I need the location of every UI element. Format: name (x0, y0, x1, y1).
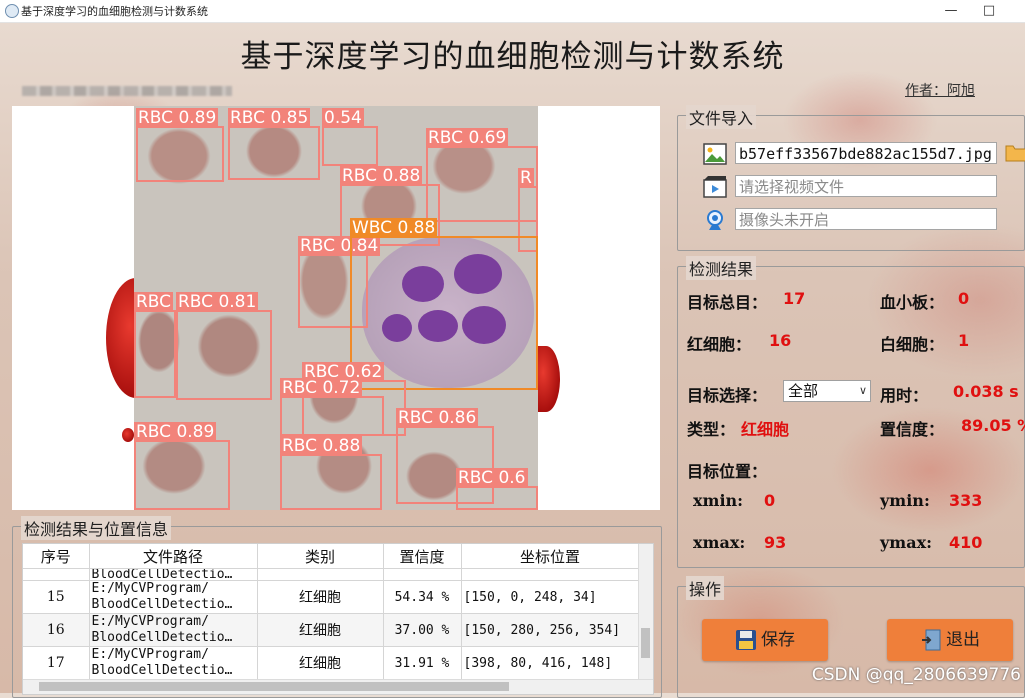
detection-box: 0.54 (322, 108, 378, 166)
xmax-value: 93 (764, 533, 787, 552)
col-header-class[interactable]: 类别 (257, 544, 384, 569)
xmin-label: xmin: (693, 491, 744, 510)
file-import-title: 文件导入 (686, 105, 757, 129)
save-icon (736, 630, 756, 650)
detection-box: RBC 0.81 (176, 292, 272, 400)
wbc-value: 1 (958, 331, 970, 350)
wbc-label: 白细胞： (880, 335, 945, 354)
ymax-label: ymax: (880, 533, 933, 552)
exit-icon (922, 629, 941, 651)
table-row-partial[interactable]: BloodCellDetectio… (23, 568, 640, 581)
detection-box: RBC 0.89 (134, 422, 230, 510)
maximize-button[interactable]: □ (974, 1, 1004, 21)
detection-box: RBC 0.6 (456, 468, 538, 510)
total-label: 目标总目： (687, 293, 768, 312)
save-label: 保存 (761, 630, 795, 650)
col-header-coords[interactable]: 坐标位置 (461, 544, 640, 569)
microscope-image: RBC 0.89 RBC 0.85 0.54 RBC 0.69 RBC 0.88… (134, 106, 538, 510)
exit-button[interactable]: 退出 (887, 619, 1013, 661)
platelet-value: 0 (958, 289, 970, 308)
operations-title: 操作 (686, 576, 725, 600)
camera-status-field[interactable]: 摄像头未开启 (735, 208, 997, 230)
video-path-field[interactable]: 请选择视频文件 (735, 175, 997, 197)
position-label: 目标位置： (687, 462, 768, 481)
window-titlebar: 基于深度学习的血细胞检测与计数系统 — □ (0, 0, 1025, 23)
type-value: 红细胞 (741, 420, 790, 439)
detection-box: RBC 0.88 (280, 436, 382, 510)
ymin-value: 333 (949, 491, 983, 510)
table-row[interactable]: 17 E:/MyCVProgram/BloodCellDetectio… 红细胞… (23, 646, 640, 680)
page-title: 基于深度学习的血细胞检测与计数系统 (240, 39, 785, 75)
time-value: 0.038 s (953, 382, 1019, 401)
target-select-value: 全部 (788, 382, 819, 400)
image-path-field[interactable]: b57eff33567bde882ac155d7.jpg (735, 142, 997, 164)
folder-icon[interactable] (1005, 143, 1025, 163)
save-button[interactable]: 保存 (702, 619, 828, 661)
time-label: 用时： (880, 386, 929, 405)
table-row[interactable]: 15 E:/MyCVProgram/BloodCellDetectio… 红细胞… (23, 580, 640, 614)
watermark-text: CSDN @qq_2806639776 (811, 665, 1021, 685)
total-value: 17 (783, 289, 806, 308)
type-label: 类型： (687, 420, 736, 439)
xmin-value: 0 (764, 491, 776, 510)
exit-label: 退出 (946, 630, 980, 650)
detection-box: RBC 0.72 (280, 378, 384, 436)
blood-drop-graphic (122, 428, 134, 442)
app-icon (5, 4, 19, 18)
col-header-confidence[interactable]: 置信度 (383, 544, 462, 569)
rbc-label: 红细胞： (687, 335, 752, 354)
target-select-dropdown[interactable]: 全部 ∨ (783, 380, 871, 402)
table-horizontal-scrollbar[interactable] (23, 679, 653, 694)
detection-box: RBC (134, 292, 176, 398)
table-vertical-scrollbar[interactable] (638, 544, 653, 680)
results-table[interactable]: 序号 文件路径 类别 置信度 坐标位置 BloodCellDetectio… 1… (22, 543, 654, 695)
confidence-label: 置信度： (880, 420, 945, 439)
rbc-value: 16 (769, 331, 792, 350)
platelet-label: 血小板： (880, 293, 945, 312)
ymax-value: 410 (949, 533, 983, 552)
author-label: 作者：阿旭 (905, 83, 975, 99)
results-table-title: 检测结果与位置信息 (21, 516, 172, 540)
image-file-icon[interactable] (703, 142, 727, 166)
ymin-label: ymin: (880, 491, 930, 510)
col-header-index[interactable]: 序号 (23, 544, 90, 569)
detection-results-title: 检测结果 (686, 256, 757, 280)
detection-image-panel: RBC 0.89 RBC 0.85 0.54 RBC 0.69 RBC 0.88… (12, 106, 660, 510)
video-file-icon[interactable] (703, 175, 727, 199)
confidence-value: 89.05 % (961, 416, 1025, 435)
target-select-label: 目标选择： (687, 386, 768, 405)
detection-box: RBC 0.89 (136, 108, 224, 182)
table-row[interactable]: 16 E:/MyCVProgram/BloodCellDetectio… 红细胞… (23, 613, 640, 647)
xmax-label: xmax: (693, 533, 746, 552)
minimize-button[interactable]: — (936, 1, 966, 21)
camera-icon[interactable] (703, 208, 727, 232)
detection-box: RBC 0.85 (228, 108, 320, 180)
chevron-down-icon: ∨ (858, 384, 867, 397)
window-title: 基于深度学习的血细胞检测与计数系统 (21, 5, 208, 18)
blurred-info-bar (22, 86, 232, 96)
col-header-path[interactable]: 文件路径 (89, 544, 258, 569)
